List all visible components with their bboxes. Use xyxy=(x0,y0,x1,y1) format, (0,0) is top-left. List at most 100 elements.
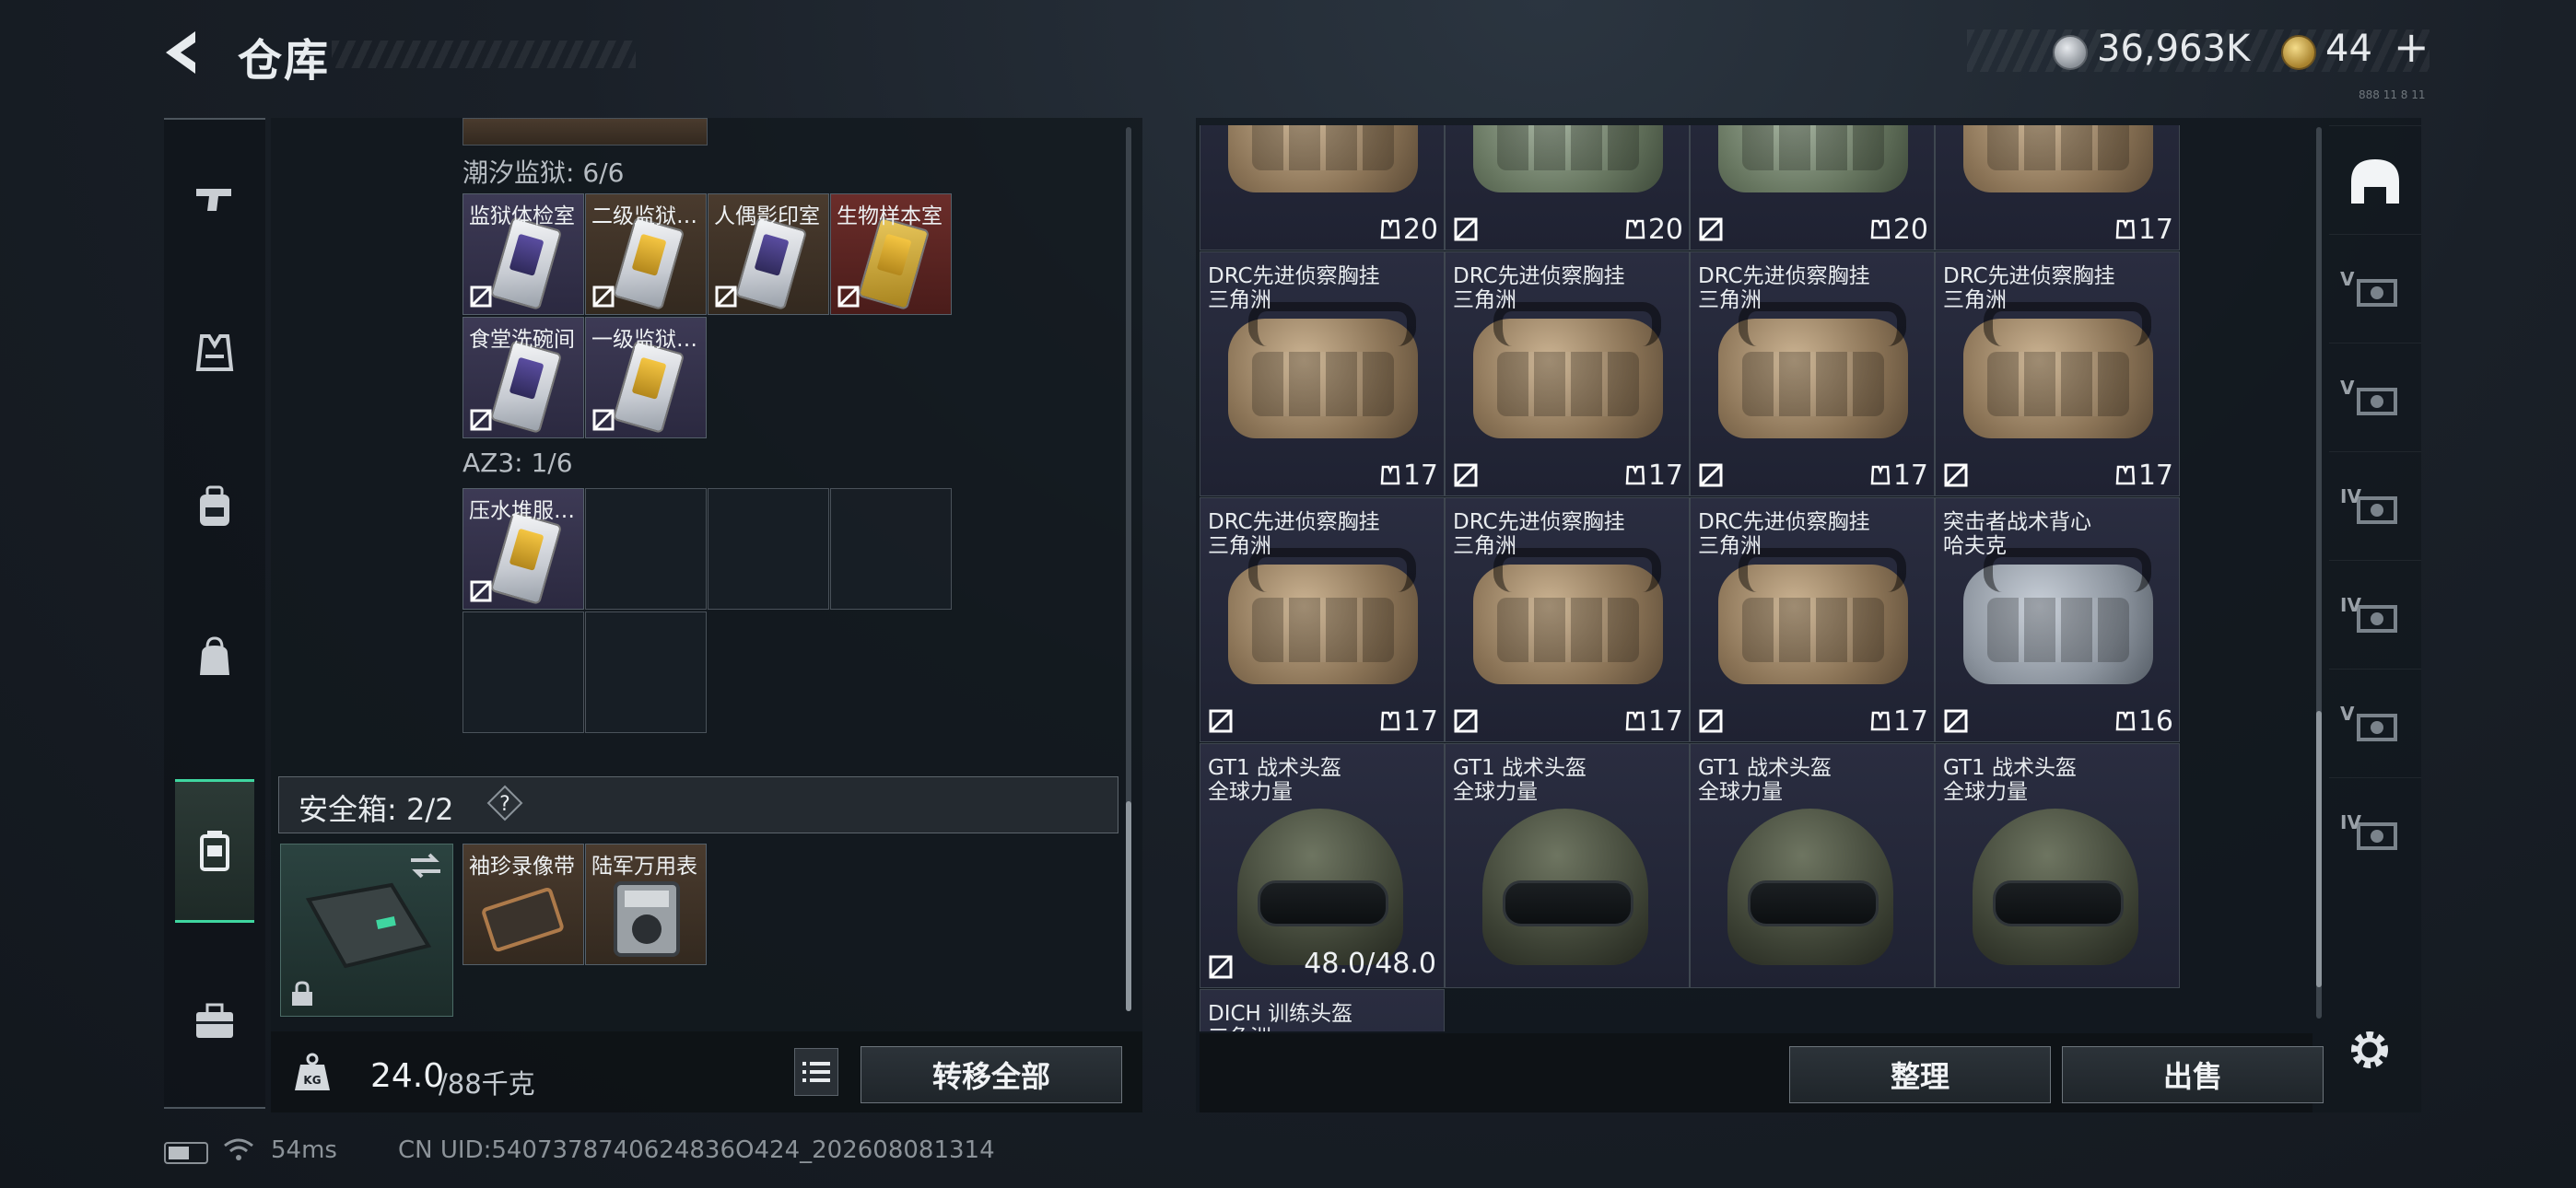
category-armor-v-2[interactable]: V xyxy=(2329,343,2421,454)
nav-item-chest-rig[interactable] xyxy=(164,284,265,422)
chest-rig-image xyxy=(1228,548,1418,684)
armor-icon xyxy=(1380,711,1400,731)
transfer-all-button[interactable]: 转移全部 xyxy=(861,1046,1122,1103)
stash-item[interactable]: 20 xyxy=(1200,125,1445,250)
item-count: 17 xyxy=(1647,705,1683,738)
empty-slot[interactable] xyxy=(463,611,584,733)
stash-item[interactable]: 突击者战术背心 哈夫克 16 xyxy=(1935,497,2180,742)
key-card[interactable]: 压水堆服… xyxy=(463,488,584,610)
chest-rig-image xyxy=(1718,548,1908,684)
item-name: 陆军万用表 xyxy=(591,855,697,879)
helmet-image xyxy=(1237,809,1403,965)
stash-item[interactable]: GIR野战胸挂全球力量20 xyxy=(1445,125,1690,250)
nav-item-weapons[interactable] xyxy=(164,131,265,269)
keycard-image xyxy=(612,216,685,310)
armor-icon xyxy=(2115,465,2136,485)
chest-rig-image xyxy=(1473,125,1663,192)
stash-item[interactable]: GT1 战术头盔 全球力量 48.0/48.0 xyxy=(1200,743,1445,988)
key-card[interactable]: 食堂洗碗间 xyxy=(463,317,584,438)
item-brand: 全球力量 xyxy=(1698,780,1783,804)
stash-item[interactable]: DRC先进侦察胸挂三角洲17 xyxy=(1935,125,2180,250)
stash-item[interactable]: DRC先进侦察胸挂三角洲17 xyxy=(1200,251,1445,496)
stash-item[interactable]: DRC先进侦察胸挂三角洲17 xyxy=(1935,251,2180,496)
tidal-prison-grid: 监狱体检室 二级监狱… 人偶影印室 生物样本室 食堂洗碗间 一级监狱… xyxy=(463,193,953,440)
nav-item-secure-case[interactable] xyxy=(175,779,254,923)
tier-label: IV xyxy=(2340,811,2361,833)
safebox-item[interactable]: 袖珍录像带 xyxy=(463,844,584,965)
stash-item[interactable]: DICH 训练头盔三角洲 xyxy=(1200,989,1445,1031)
key-name: 二级监狱… xyxy=(591,204,697,228)
chest-rig-image xyxy=(1963,302,2153,438)
bag-icon xyxy=(200,636,229,675)
safebox-label: 安全箱: 2/2 xyxy=(299,792,454,827)
back-button[interactable] xyxy=(158,26,214,79)
help-button[interactable]: ? xyxy=(486,785,523,821)
uid-text: CN UID:5407378740624836O424_202608081314 xyxy=(398,1136,995,1164)
stash-item[interactable]: GT1 战术头盔 全球力量 xyxy=(1690,743,1935,988)
no-bind-icon xyxy=(1209,709,1233,733)
stash-item[interactable]: GT1 战术头盔 全球力量 xyxy=(1935,743,2180,988)
nav-item-backpack[interactable] xyxy=(164,438,265,577)
helmet-image xyxy=(1727,809,1893,965)
tickets-amount: 44 xyxy=(2325,28,2372,70)
category-armor-iv-4[interactable]: IV xyxy=(2329,560,2421,671)
category-armor-iv-6[interactable]: IV xyxy=(2329,777,2421,889)
no-bind-icon xyxy=(470,285,492,308)
sort-button[interactable]: 整理 xyxy=(1789,1046,2051,1103)
page-title: 仓库 xyxy=(238,35,331,87)
stash-item[interactable]: DRC先进侦察胸挂三角洲17 xyxy=(1690,497,1935,742)
sell-button[interactable]: 出售 xyxy=(2062,1046,2324,1103)
tier-label: IV xyxy=(2340,485,2361,507)
key-card[interactable]: 生物样本室 xyxy=(830,193,952,315)
no-bind-icon xyxy=(1209,955,1233,979)
empty-slot[interactable] xyxy=(585,611,707,733)
cut-off-item[interactable] xyxy=(463,118,708,146)
empty-slot[interactable] xyxy=(708,488,829,610)
key-card[interactable]: 监狱体检室 xyxy=(463,193,584,315)
stash-item[interactable]: DRC先进侦察胸挂三角洲17 xyxy=(1445,497,1690,742)
svg-text:KG: KG xyxy=(303,1074,321,1087)
armor-v-icon xyxy=(2357,388,2397,415)
category-armor-v-1[interactable]: V xyxy=(2329,234,2421,345)
list-icon xyxy=(802,1062,830,1082)
category-helmet-category-0[interactable] xyxy=(2329,125,2421,237)
swap-icon[interactable] xyxy=(407,851,444,880)
weight-current: 24.0 xyxy=(370,1057,445,1095)
armor-icon xyxy=(1625,219,1645,239)
stash-item[interactable]: DRC先进侦察胸挂三角洲17 xyxy=(1445,251,1690,496)
stash-item[interactable]: GIR野战胸挂全球力量20 xyxy=(1690,125,1935,250)
no-bind-icon xyxy=(1699,709,1723,733)
stash-item[interactable]: GT1 战术头盔 全球力量 xyxy=(1445,743,1690,988)
category-armor-v-5[interactable]: V xyxy=(2329,669,2421,780)
item-brand: 三角洲 xyxy=(1698,288,1762,312)
az3-grid: 压水堆服… xyxy=(463,488,954,737)
settings-button[interactable] xyxy=(2344,1024,2395,1076)
stash-item[interactable]: DRC先进侦察胸挂三角洲17 xyxy=(1200,497,1445,742)
nav-item-briefcase[interactable] xyxy=(164,952,265,1090)
empty-slot[interactable] xyxy=(830,488,952,610)
no-bind-icon xyxy=(470,409,492,431)
helmet-image xyxy=(1482,809,1648,965)
keycard-image xyxy=(857,216,931,310)
safebox-item[interactable]: 陆军万用表 xyxy=(585,844,707,965)
nav-item-bag[interactable] xyxy=(164,589,265,728)
item-brand: 三角洲 xyxy=(1943,288,2007,312)
category-armor-iv-3[interactable]: IV xyxy=(2329,451,2421,563)
item-name: 袖珍录像带 xyxy=(469,855,575,879)
stash-item[interactable]: DRC先进侦察胸挂三角洲17 xyxy=(1690,251,1935,496)
empty-slot[interactable] xyxy=(585,488,707,610)
add-currency-button[interactable]: + xyxy=(2394,22,2430,72)
key-card[interactable]: 人偶影印室 xyxy=(708,193,829,315)
key-card[interactable]: 一级监狱… xyxy=(585,317,707,438)
left-scrollbar-thumb[interactable] xyxy=(1126,801,1131,1011)
chest-rig-image xyxy=(1718,302,1908,438)
silver-coin-icon xyxy=(2053,35,2088,70)
list-view-button[interactable] xyxy=(794,1048,838,1096)
keycard-image xyxy=(612,340,685,434)
armor-icon xyxy=(1870,219,1891,239)
stash-scrollbar-thumb[interactable] xyxy=(2316,711,2322,987)
helmet-category-icon xyxy=(2351,159,2399,204)
item-durability: 48.0/48.0 xyxy=(1304,948,1436,980)
key-card[interactable]: 二级监狱… xyxy=(585,193,707,315)
item-count: 20 xyxy=(1402,214,1438,246)
